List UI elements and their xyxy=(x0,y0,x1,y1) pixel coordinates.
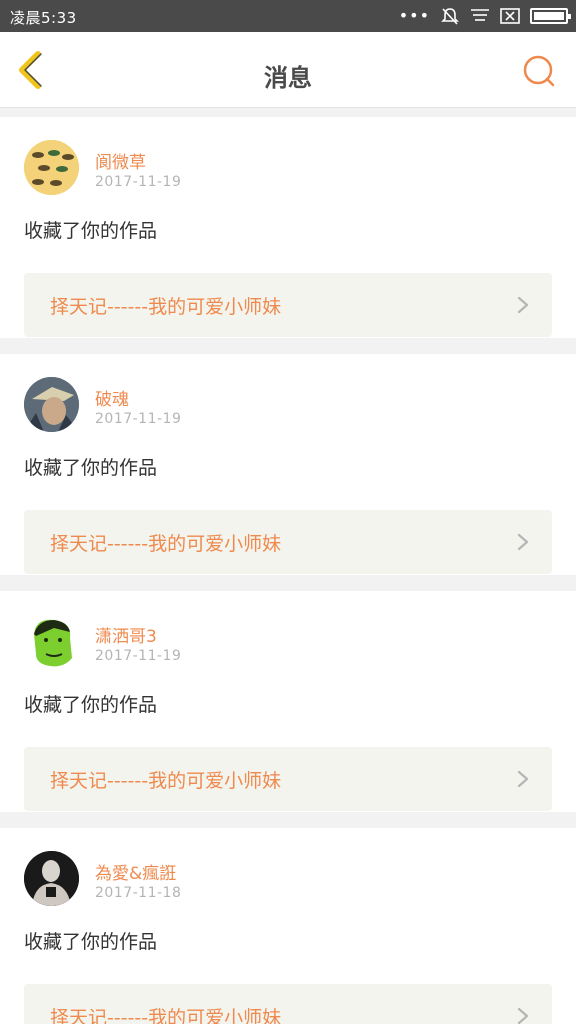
notification-off-icon xyxy=(441,8,459,25)
work-title: 择天记------我的可爱小师妹 xyxy=(50,296,282,318)
message-text: 收藏了你的作品 xyxy=(24,694,158,716)
work-title: 择天记------我的可爱小师妹 xyxy=(50,1007,282,1024)
chevron-right-icon xyxy=(517,1007,529,1024)
message-text: 收藏了你的作品 xyxy=(24,931,158,953)
message-item: 阆微草 2017-11-19 收藏了你的作品 择天记------我的可爱小师妹 xyxy=(0,117,576,338)
chevron-right-icon xyxy=(517,296,529,314)
message-date: 2017-11-19 xyxy=(95,174,182,190)
avatar-image-icon xyxy=(24,377,79,432)
page-title: 消息 xyxy=(264,64,312,92)
avatar-image-icon xyxy=(24,851,79,906)
menu-lines-icon xyxy=(471,9,489,21)
message-list: 阆微草 2017-11-19 收藏了你的作品 择天记------我的可爱小师妹 … xyxy=(0,117,576,1024)
message-date: 2017-11-18 xyxy=(95,885,182,901)
user-name[interactable]: 阆微草 xyxy=(95,148,146,173)
work-link-card[interactable]: 择天记------我的可爱小师妹 xyxy=(24,273,552,337)
close-box-icon xyxy=(500,8,520,24)
chevron-right-icon xyxy=(517,770,529,788)
work-link-card[interactable]: 择天记------我的可爱小师妹 xyxy=(24,510,552,574)
avatar-image-icon xyxy=(24,614,79,669)
message-text: 收藏了你的作品 xyxy=(24,457,158,479)
search-icon[interactable] xyxy=(522,54,556,88)
status-bar: 凌晨5:33 ••• xyxy=(0,0,576,32)
message-date: 2017-11-19 xyxy=(95,648,182,664)
battery-icon xyxy=(530,8,571,24)
avatar[interactable] xyxy=(24,377,79,432)
work-link-card[interactable]: 择天记------我的可爱小师妹 xyxy=(24,984,552,1024)
header: 消息 xyxy=(0,32,576,108)
work-title: 择天记------我的可爱小师妹 xyxy=(50,770,282,792)
more-dots-icon: ••• xyxy=(398,6,430,25)
user-name[interactable]: 為愛&瘋誑 xyxy=(95,859,176,884)
message-item: 破魂 2017-11-19 收藏了你的作品 择天记------我的可爱小师妹 xyxy=(0,354,576,575)
status-time: 凌晨5:33 xyxy=(10,9,77,27)
status-icons: ••• xyxy=(398,6,571,26)
message-item: 潇洒哥3 2017-11-19 收藏了你的作品 择天记------我的可爱小师妹 xyxy=(0,591,576,812)
work-title: 择天记------我的可爱小师妹 xyxy=(50,533,282,555)
user-name[interactable]: 破魂 xyxy=(95,385,129,410)
message-date: 2017-11-19 xyxy=(95,411,182,427)
avatar[interactable] xyxy=(24,140,79,195)
message-text: 收藏了你的作品 xyxy=(24,220,158,242)
avatar[interactable] xyxy=(24,614,79,669)
message-item: 為愛&瘋誑 2017-11-18 收藏了你的作品 择天记------我的可爱小师… xyxy=(0,828,576,1024)
avatar-image-icon xyxy=(24,140,79,195)
user-name[interactable]: 潇洒哥3 xyxy=(95,622,157,647)
avatar[interactable] xyxy=(24,851,79,906)
work-link-card[interactable]: 择天记------我的可爱小师妹 xyxy=(24,747,552,811)
chevron-right-icon xyxy=(517,533,529,551)
